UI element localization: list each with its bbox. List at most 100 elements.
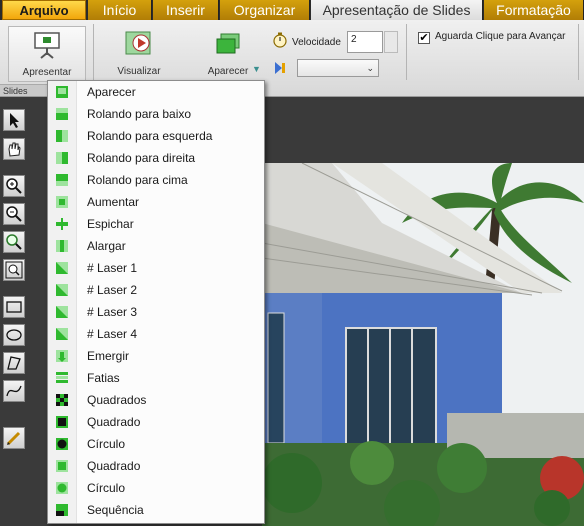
roll-left-icon [55, 129, 69, 143]
tab-inserir[interactable]: Inserir [153, 0, 219, 20]
transition-menu-item[interactable]: Rolando para esquerda [48, 126, 262, 148]
transition-menu-item-label: Emergir [87, 349, 130, 363]
preview-button-label: Visualizar [117, 66, 161, 77]
transition-menu-item[interactable]: Sequência [48, 500, 262, 522]
widen-icon [55, 239, 69, 253]
transition-menu-item[interactable]: Quadrados [48, 390, 262, 412]
stretch-icon [55, 217, 69, 231]
curve-icon[interactable] [3, 380, 25, 402]
stopwatch-icon [273, 32, 287, 48]
tab-organizar[interactable]: Organizar [220, 0, 310, 20]
transition-menu-item[interactable]: # Laser 1 [48, 258, 262, 280]
transition-menu-item-label: Rolando para cima [87, 173, 188, 187]
tab-formatacao[interactable]: Formatação [484, 0, 584, 20]
grow-icon [55, 195, 69, 209]
sequence-icon [55, 503, 69, 517]
transition-dropdown-arrow-icon[interactable]: ▼ [252, 64, 261, 74]
transition-menu-item[interactable]: Alargar [48, 236, 262, 258]
transition-menu-item-label: Espichar [87, 217, 134, 231]
circle-black-icon [55, 437, 69, 451]
transition-menu-item[interactable]: Rolando para direita [48, 148, 262, 170]
transition-menu-item[interactable]: Círculo [48, 434, 262, 456]
wait-click-checkbox[interactable]: ✔ [418, 32, 430, 44]
transition-menu-item[interactable]: Fatias [48, 368, 262, 390]
transition-menu-item[interactable]: Emergir [48, 346, 262, 368]
circle-green-icon [55, 481, 69, 495]
laser-icon [55, 261, 69, 275]
emerge-icon [55, 349, 69, 363]
slide-photo [262, 163, 584, 526]
transition-menu-item-label: Alargar [87, 239, 126, 253]
ribbon-separator [578, 24, 579, 80]
sound-transition-icon [275, 62, 285, 74]
tab-apresentacao-de-slides[interactable]: Apresentação de Slides [311, 0, 483, 20]
transition-menu-item-label: Fatias [87, 371, 120, 385]
transition-menu-item-label: # Laser 4 [87, 327, 138, 341]
polygon-icon[interactable] [3, 352, 25, 374]
slices-icon [55, 371, 69, 385]
ribbon-separator [93, 24, 94, 80]
transition-menu-item[interactable]: # Laser 4 [48, 324, 262, 346]
laser-icon [55, 327, 69, 341]
transition-menu-item-label: Sequência [87, 503, 144, 517]
pointer-icon[interactable] [3, 109, 25, 131]
transition-button-label: Aparecer [207, 66, 249, 77]
chevron-down-icon: ⌄ [366, 63, 374, 73]
transition-menu-item-label: Quadrado [87, 459, 141, 473]
roll-right-icon [55, 151, 69, 165]
drawing-toolbar [0, 97, 30, 526]
transition-menu-item-label: Círculo [87, 481, 126, 495]
transition-menu-item[interactable]: Aumentar [48, 192, 262, 214]
ribbon-separator [406, 24, 407, 80]
checker-icon [55, 393, 69, 407]
zoom-fit-icon[interactable] [3, 259, 25, 281]
transition-menu-item-label: Círculo [87, 437, 126, 451]
transition-menu-item-label: Quadrados [87, 393, 147, 407]
speed-label: Velocidade [292, 37, 341, 48]
preview-slide-icon [125, 31, 151, 55]
transition-menu-item-label: # Laser 1 [87, 261, 138, 275]
rectangle-icon[interactable] [3, 296, 25, 318]
zoom-search-icon[interactable] [3, 231, 25, 253]
present-button-label: Apresentar [22, 67, 72, 78]
sound-select[interactable]: ⌄ [297, 59, 379, 77]
transition-menu-item[interactable]: Quadrado [48, 456, 262, 478]
tab-inicio[interactable]: Início [88, 0, 152, 20]
transition-menu-item[interactable]: Quadrado [48, 412, 262, 434]
transition-menu-item-label: Quadrado [87, 415, 141, 429]
preview-button[interactable]: Visualizar [106, 26, 172, 80]
roll-up-icon [55, 173, 69, 187]
transition-menu-item[interactable]: Aparecer [48, 82, 262, 104]
speed-input[interactable]: 2 [347, 31, 383, 53]
ellipse-icon[interactable] [3, 324, 25, 346]
transition-menu-item[interactable]: Espichar [48, 214, 262, 236]
appear-icon [55, 85, 69, 99]
roll-down-icon [55, 107, 69, 121]
zoom-out-icon[interactable] [3, 203, 25, 225]
transition-menu-item-label: Rolando para esquerda [87, 129, 213, 143]
transition-menu-item-label: Rolando para direita [87, 151, 196, 165]
square-green-icon [55, 459, 69, 473]
hand-icon[interactable] [3, 138, 25, 160]
transition-menu-item[interactable]: # Laser 2 [48, 280, 262, 302]
transition-menu-item-label: Aparecer [87, 85, 136, 99]
transition-menu-item-label: Rolando para baixo [87, 107, 192, 121]
projector-screen-icon [34, 32, 60, 59]
laser-icon [55, 283, 69, 297]
transition-menu-item-label: Aumentar [87, 195, 140, 209]
present-button[interactable]: Apresentar [8, 26, 86, 82]
transition-menu-item[interactable]: Círculo [48, 478, 262, 500]
wait-click-label: Aguarda Clique para Avançar [435, 31, 566, 42]
transition-menu-item[interactable]: # Laser 3 [48, 302, 262, 324]
tab-arquivo[interactable]: Arquivo [2, 0, 86, 20]
transition-menu-item[interactable]: Rolando para baixo [48, 104, 262, 126]
transition-button[interactable]: Aparecer ▼ [200, 28, 266, 80]
transition-menu-item-label: # Laser 3 [87, 305, 138, 319]
transition-appear-icon [216, 33, 240, 54]
zoom-in-icon[interactable] [3, 175, 25, 197]
pen-icon[interactable] [3, 427, 25, 449]
laser-icon [55, 305, 69, 319]
transition-menu-item[interactable]: Rolando para cima [48, 170, 262, 192]
ribbon-tab-bar: Arquivo Início Inserir Organizar Apresen… [0, 0, 584, 20]
speed-spinner[interactable] [384, 31, 398, 53]
